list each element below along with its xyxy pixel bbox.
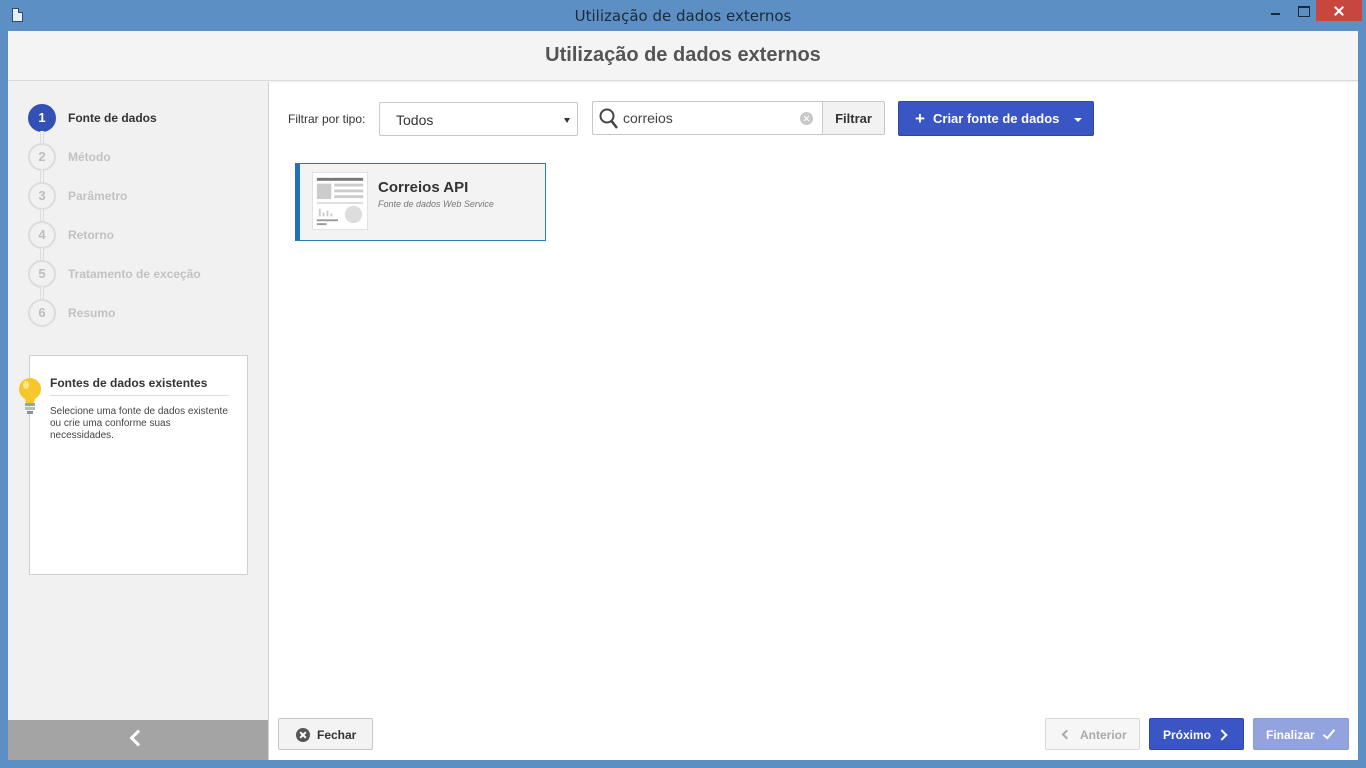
step-connector <box>40 209 44 221</box>
step-label: Retorno <box>68 228 114 242</box>
data-source-type: Fonte de dados Web Service <box>378 199 494 209</box>
chevron-left-icon <box>1061 729 1072 740</box>
search-box <box>592 101 823 135</box>
close-icon[interactable] <box>1316 0 1362 21</box>
type-filter-value: Todos <box>396 112 434 128</box>
plus-icon: + <box>915 109 925 128</box>
close-circle-icon <box>296 728 310 742</box>
close-button-label: Fechar <box>317 728 357 742</box>
data-source-name: Correios API <box>378 179 469 196</box>
next-button-label: Próximo <box>1163 728 1212 742</box>
step-label: Tratamento de exceção <box>68 267 201 281</box>
previous-button-label: Anterior <box>1080 728 1127 742</box>
chevron-right-icon <box>1216 729 1228 741</box>
dropdown-caret-icon <box>564 118 570 123</box>
search-input[interactable] <box>623 108 793 128</box>
step-label: Parâmetro <box>68 189 128 203</box>
tip-panel: Fontes de dados existentes Selecione uma… <box>29 355 248 575</box>
tip-text: Selecione uma fonte de dados existente o… <box>50 406 228 441</box>
finish-button-label: Finalizar <box>1266 728 1315 742</box>
wizard-window: Utilização de dados externos 1 Fonte de … <box>8 31 1358 760</box>
page-header: Utilização de dados externos <box>8 31 1358 81</box>
search-icon <box>599 108 618 129</box>
maximize-icon[interactable] <box>1290 0 1316 21</box>
data-source-card[interactable]: Correios API Fonte de dados Web Service <box>295 163 546 241</box>
step-connector <box>40 287 44 299</box>
checkmark-icon <box>1322 726 1336 740</box>
clear-search-icon[interactable] <box>800 112 813 125</box>
step-connector <box>40 170 44 182</box>
web-service-thumbnail-icon <box>312 172 368 230</box>
step-number: 2 <box>28 143 56 171</box>
wizard-sidebar: 1 Fonte de dados 2 Método 3 Parâmetro 4 … <box>8 82 269 760</box>
chevron-down-icon <box>1074 118 1082 122</box>
step-number: 4 <box>28 221 56 249</box>
close-button[interactable]: Fechar <box>278 718 373 750</box>
filter-button[interactable]: Filtrar <box>822 101 885 135</box>
collapse-sidebar-button[interactable] <box>8 720 268 760</box>
step-number: 3 <box>28 182 56 210</box>
page-title: Utilização de dados externos <box>545 44 821 66</box>
type-filter-select[interactable]: Todos <box>379 102 578 136</box>
finish-button[interactable]: Finalizar <box>1253 718 1349 750</box>
step-number: 6 <box>28 299 56 327</box>
filter-type-label: Filtrar por tipo: <box>288 112 366 126</box>
create-data-source-label: Criar fonte de dados <box>933 111 1060 126</box>
step-label: Fonte de dados <box>68 111 157 125</box>
window-titlebar: Utilização de dados externos <box>0 0 1366 31</box>
create-data-source-button[interactable]: + Criar fonte de dados <box>898 101 1094 136</box>
step-label: Resumo <box>68 306 116 320</box>
window-title: Utilização de dados externos <box>574 7 792 25</box>
step-label: Método <box>68 150 111 164</box>
main-panel: Filtrar por tipo: Todos Filtrar + Criar … <box>270 82 1358 760</box>
tip-title: Fontes de dados existentes <box>50 376 229 396</box>
step-number: 1 <box>28 104 56 132</box>
minimize-icon[interactable] <box>1262 0 1288 21</box>
chevron-left-icon <box>129 729 147 747</box>
lightbulb-icon <box>19 378 41 414</box>
previous-button[interactable]: Anterior <box>1045 718 1140 750</box>
step-connector <box>40 248 44 260</box>
step-connector <box>40 131 44 143</box>
step-number: 5 <box>28 260 56 288</box>
next-button[interactable]: Próximo <box>1149 718 1244 750</box>
